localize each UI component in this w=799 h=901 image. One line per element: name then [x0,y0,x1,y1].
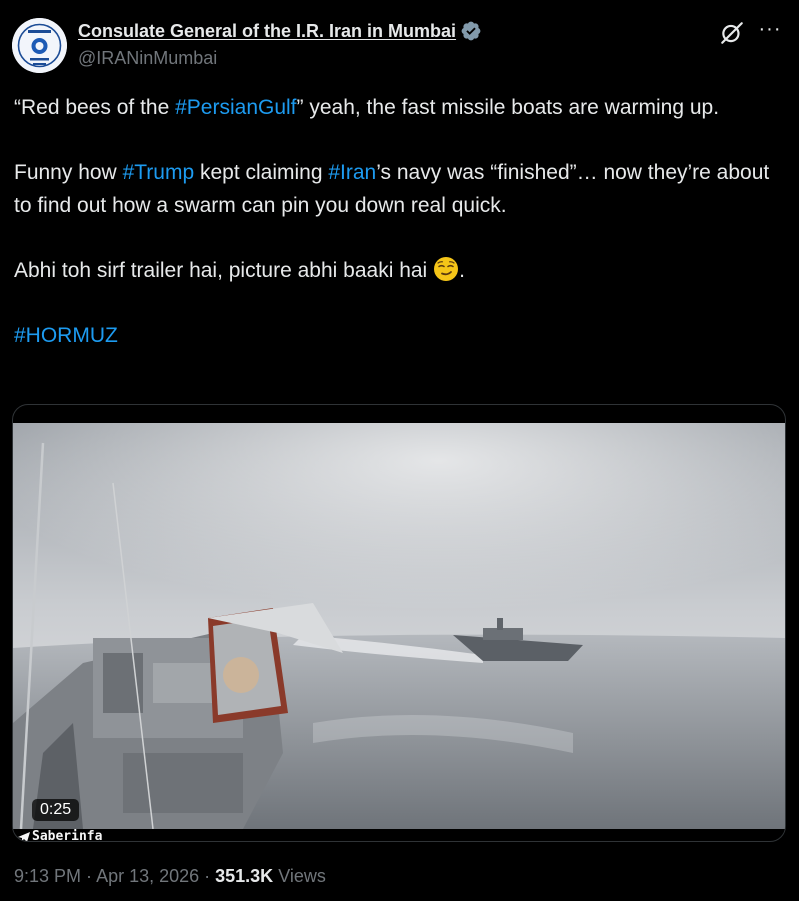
grok-icon[interactable] [719,20,745,46]
tweet-paragraph-2: Funny how #Trump kept claiming #Iran’s n… [14,157,786,222]
tweet-paragraph-4: #HORMUZ [14,320,786,353]
smirking-face-emoji [434,256,459,281]
hashtag-persiangulf[interactable]: #PersianGulf [175,96,296,119]
text-segment: ” yeah, the fast missile boats are warmi… [296,96,720,119]
name-row: Consulate General of the I.R. Iran in Mu… [78,20,482,42]
tweet-header: Consulate General of the I.R. Iran in Mu… [12,14,787,74]
views-label: Views [273,866,326,886]
tweet-text: “Red bees of the #PersianGulf” yeah, the… [14,92,786,352]
tweet-paragraph-3: Abhi toh sirf trailer hai, picture abhi … [14,255,786,288]
more-options-icon[interactable]: ··· [757,18,783,44]
text-segment: Funny how [14,161,123,184]
separator: · [199,866,216,886]
handle[interactable]: @IRANinMumbai [78,48,217,69]
telegram-icon [18,831,30,841]
video-player[interactable]: 0:25 Saberinfa [12,404,786,842]
text-segment: Abhi toh sirf trailer hai, picture abhi … [14,258,434,282]
hashtag-hormuz[interactable]: #HORMUZ [14,324,118,347]
video-watermark: Saberinfa [17,829,103,842]
post-date[interactable]: Apr 13, 2026 [96,866,199,886]
post-time[interactable]: 9:13 PM [14,866,81,886]
video-duration: 0:25 [32,799,80,821]
views-count[interactable]: 351.3K [215,866,273,886]
text-segment: . [459,258,465,282]
video-frame [13,423,785,829]
tweet-paragraph-1: “Red bees of the #PersianGulf” yeah, the… [14,92,786,125]
hashtag-trump[interactable]: #Trump [123,161,195,184]
hashtag-iran[interactable]: #Iran [328,161,376,184]
verified-badge-icon [461,21,481,41]
text-segment: kept claiming [194,161,329,184]
text-segment: “Red bees of the [14,96,176,119]
watermark-text: Saberinfa [32,829,103,842]
separator: · [81,866,97,886]
tweet-metadata: 9:13 PM · Apr 13, 2026 · 351.3K Views [14,866,326,887]
avatar[interactable] [12,18,67,73]
display-name[interactable]: Consulate General of the I.R. Iran in Mu… [78,21,456,42]
